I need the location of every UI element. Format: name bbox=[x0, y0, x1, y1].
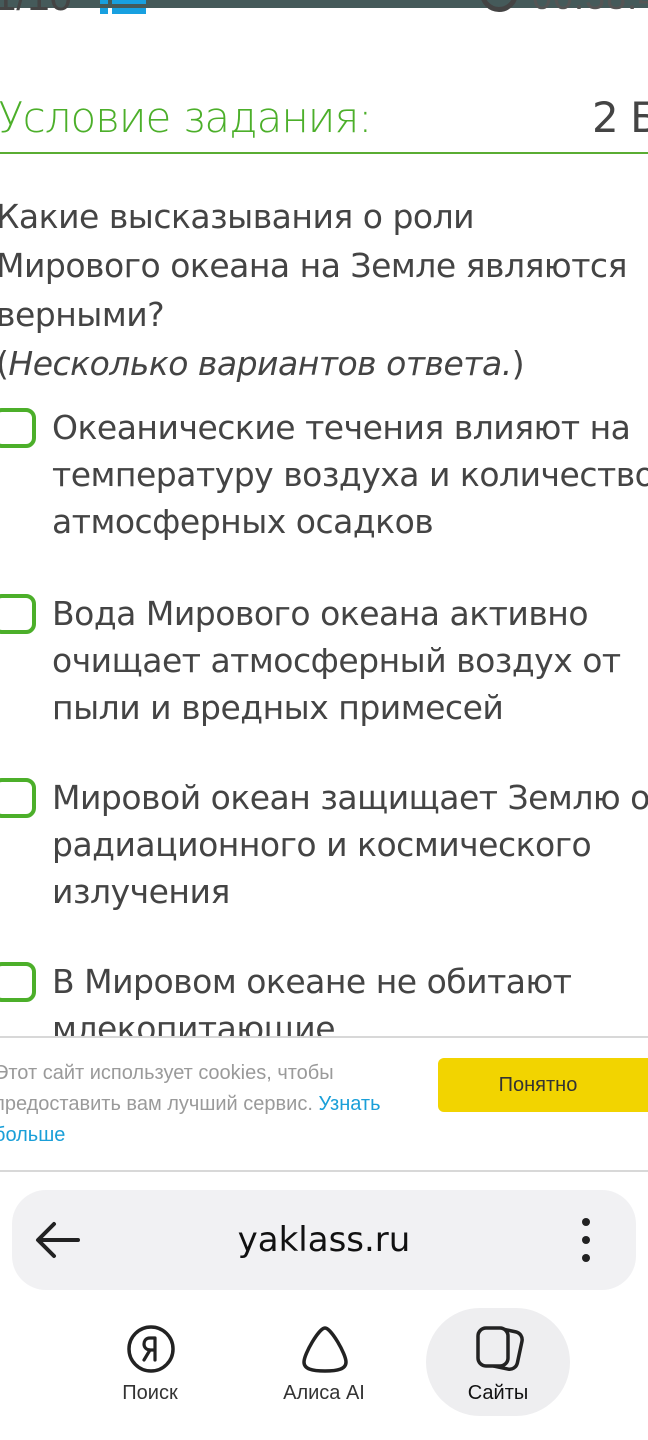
browser-chrome: yaklass.ru Поиск Алиса AI Сайты bbox=[0, 1172, 648, 1440]
address-bar[interactable]: yaklass.ru bbox=[12, 1190, 636, 1290]
answer-options: Океанические течения влияют на температу… bbox=[0, 404, 648, 1036]
timer-icon bbox=[480, 0, 518, 12]
option-label[interactable]: Мировой океан защищает Землю от радиацио… bbox=[52, 774, 648, 915]
task-title: Условие задания: bbox=[0, 93, 372, 142]
cookie-text: Этот сайт использует cookies, чтобы пред… bbox=[0, 1058, 404, 1151]
nav-sites[interactable]: Сайты bbox=[426, 1308, 570, 1416]
more-menu-icon[interactable] bbox=[572, 1216, 600, 1264]
option-checkbox[interactable] bbox=[0, 594, 36, 634]
alice-icon bbox=[302, 1326, 348, 1373]
task-header: Условие задания: 2 Б. bbox=[0, 86, 648, 154]
cookie-banner: Этот сайт использует cookies, чтобы пред… bbox=[0, 1036, 648, 1172]
option-label[interactable]: Океанические течения влияют на температу… bbox=[52, 404, 648, 545]
option-label[interactable]: Вода Мирового океана активно очищает атм… bbox=[52, 590, 648, 731]
timer-value: 00:38:46 bbox=[532, 0, 648, 22]
cookie-message: Этот сайт использует cookies, чтобы пред… bbox=[0, 1062, 334, 1115]
nav-alice[interactable]: Алиса AI bbox=[252, 1308, 396, 1416]
nav-label-search: Поиск bbox=[122, 1382, 178, 1404]
question-text: Какие высказывания о роли Мирового океан… bbox=[0, 192, 636, 388]
answer-hint: Несколько вариантов ответа. bbox=[8, 344, 512, 383]
yandex-search-icon bbox=[127, 1325, 175, 1373]
question-body: Какие высказывания о роли Мирового океан… bbox=[0, 197, 627, 334]
sites-icon bbox=[476, 1326, 524, 1371]
bottom-navigation: Поиск Алиса AI Сайты bbox=[0, 1308, 648, 1420]
hint-close-paren: ) bbox=[511, 344, 525, 383]
option-checkbox[interactable] bbox=[0, 408, 36, 448]
nav-label-sites: Сайты bbox=[467, 1382, 529, 1404]
option-checkbox[interactable] bbox=[0, 778, 36, 818]
nav-search[interactable]: Поиск bbox=[78, 1308, 222, 1416]
nav-label-alice: Алиса AI bbox=[283, 1382, 365, 1404]
url-text[interactable]: yaklass.ru bbox=[12, 1190, 636, 1290]
test-header-bar: 1/10 00:38:46 bbox=[0, 0, 648, 22]
option-label[interactable]: В Мировом океане не обитают млекопитающи… bbox=[52, 958, 648, 1036]
back-arrow-icon[interactable] bbox=[34, 1218, 82, 1262]
task-points: 2 Б. bbox=[592, 93, 648, 142]
option-checkbox[interactable] bbox=[0, 962, 36, 1002]
cookie-accept-button[interactable]: Понятно bbox=[438, 1058, 648, 1112]
question-list-icon[interactable] bbox=[100, 0, 146, 14]
question-progress: 1/10 bbox=[0, 0, 72, 22]
